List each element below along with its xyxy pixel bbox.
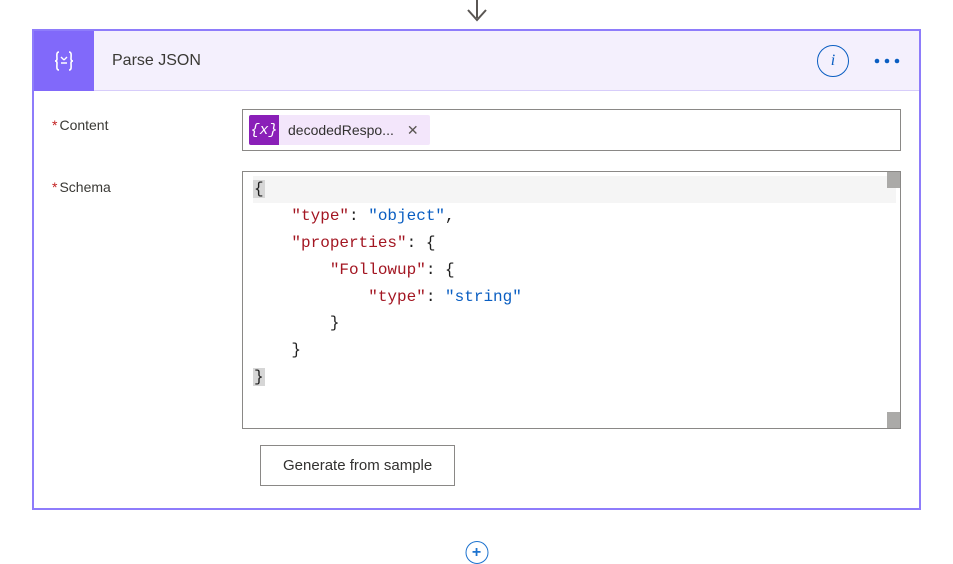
action-body: *Content {x} decodedRespo... ✕ *Schema {… xyxy=(34,91,919,508)
token-text: decodedRespo... xyxy=(288,122,394,138)
schema-label: *Schema xyxy=(52,171,242,195)
content-input[interactable]: {x} decodedRespo... ✕ xyxy=(242,109,901,151)
info-button[interactable]: i xyxy=(817,45,849,77)
action-header[interactable]: Parse JSON i xyxy=(34,31,919,91)
action-title: Parse JSON xyxy=(94,52,817,70)
action-card: Parse JSON i *Content {x} decodedRespo..… xyxy=(32,29,921,510)
more-menu-button[interactable] xyxy=(867,31,907,91)
content-field-row: *Content {x} decodedRespo... ✕ xyxy=(52,109,901,151)
content-token[interactable]: {x} decodedRespo... ✕ xyxy=(249,115,430,145)
schema-field-row: *Schema { "type": "object", "properties"… xyxy=(52,171,901,429)
generate-from-sample-button[interactable]: Generate from sample xyxy=(260,445,455,486)
scrollbar-thumb[interactable] xyxy=(887,172,900,188)
add-step-button[interactable]: + xyxy=(465,541,488,564)
token-remove-icon[interactable]: ✕ xyxy=(404,122,422,139)
schema-code-editor[interactable]: { "type": "object", "properties": { "Fol… xyxy=(242,171,901,429)
content-label: *Content xyxy=(52,109,242,133)
parse-json-icon xyxy=(34,31,94,91)
scrollbar-thumb[interactable] xyxy=(887,412,900,428)
incoming-arrow xyxy=(457,0,497,30)
expression-icon: {x} xyxy=(249,115,279,145)
